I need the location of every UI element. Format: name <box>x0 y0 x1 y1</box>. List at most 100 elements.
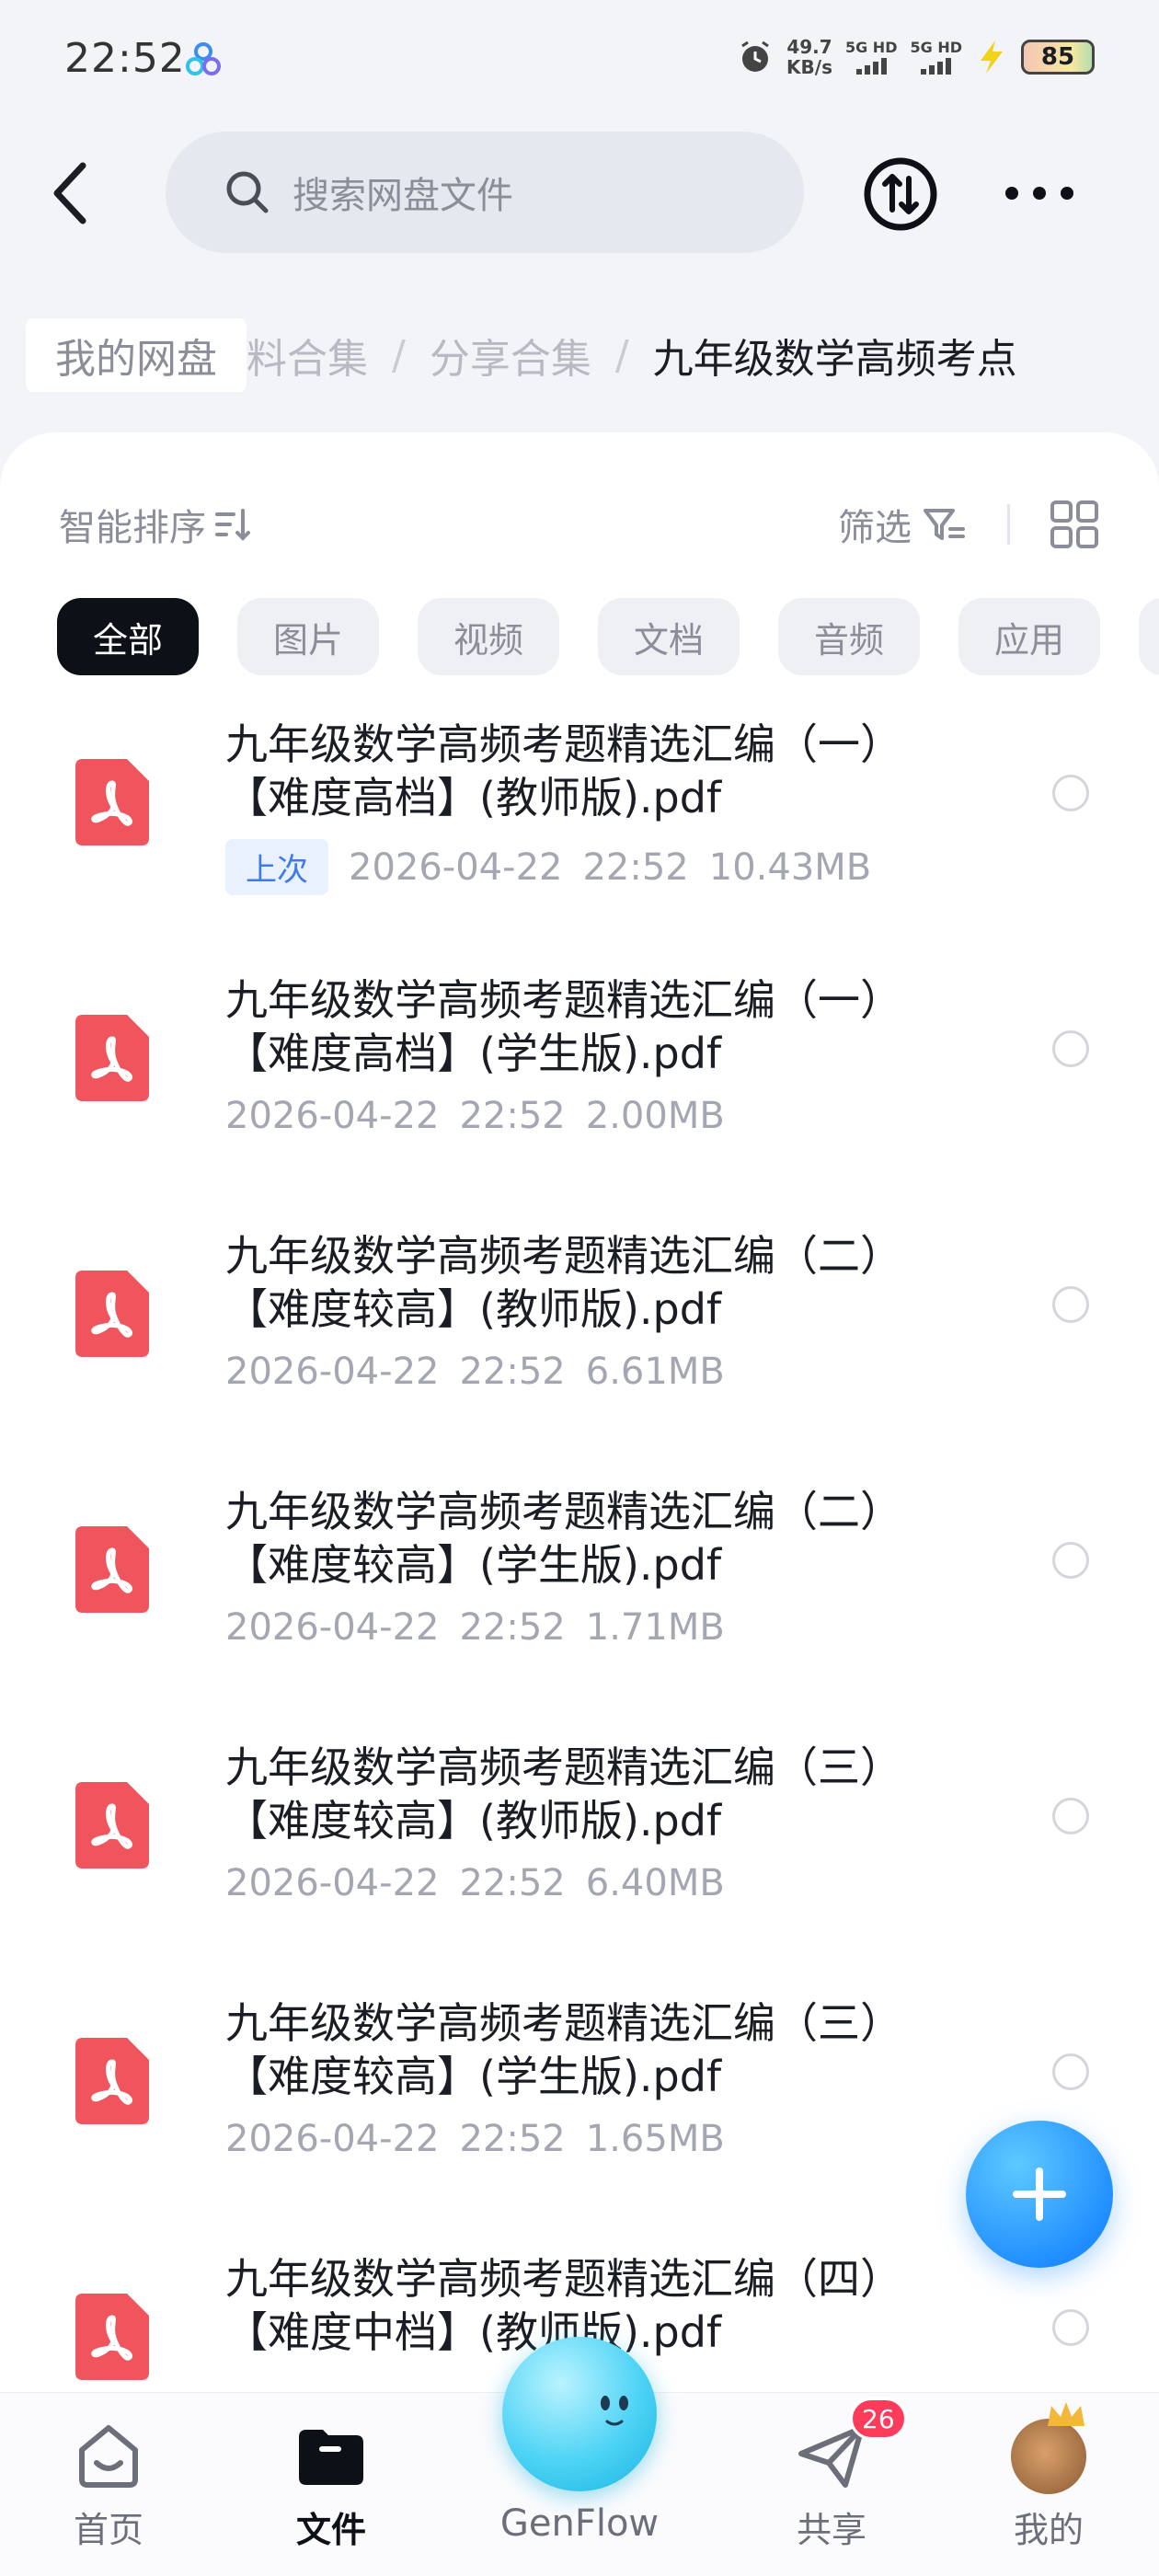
pdf-file-icon <box>75 2038 149 2124</box>
folder-icon <box>299 2430 363 2485</box>
pdf-file-icon <box>75 2294 149 2380</box>
pdf-file-icon <box>75 1271 149 1357</box>
file-time: 22:52 <box>459 1095 566 1137</box>
chip-videos[interactable]: 视频 <box>418 598 559 675</box>
status-time: 22:52 <box>64 35 186 82</box>
sort-button[interactable]: 智能排序 <box>59 498 206 551</box>
nav-mine[interactable]: 我的 <box>957 2393 1141 2576</box>
select-checkbox[interactable] <box>1052 1798 1089 1834</box>
search-placeholder: 搜索网盘文件 <box>293 175 513 217</box>
file-size: 1.65MB <box>585 2118 725 2160</box>
select-checkbox[interactable] <box>1052 775 1089 811</box>
breadcrumb-item-current: 九年级数学高频考点 <box>652 336 1017 383</box>
grid-view-icon[interactable] <box>1049 499 1100 550</box>
breadcrumb-item-root[interactable]: 我的网盘 <box>26 318 247 392</box>
file-name: 九年级数学高频考题精选汇编（二）【难度较高】(学生版).pdf <box>225 1487 902 1590</box>
chip-audio[interactable]: 音频 <box>778 598 920 675</box>
chip-more[interactable] <box>1139 598 1159 675</box>
signal-2: 5G HD <box>910 40 962 75</box>
search-icon <box>226 171 269 213</box>
battery-indicator: 85 <box>1021 40 1095 75</box>
file-row[interactable]: 九年级数学高频考题精选汇编（三）【难度较高】(教师版).pdf 2026-04-… <box>0 1741 1159 1996</box>
file-date: 2026-04-22 <box>349 845 563 889</box>
file-meta: 2026-04-22 22:52 2.00MB <box>225 1095 725 1137</box>
avatar <box>1011 2402 1086 2494</box>
file-meta: 2026-04-22 22:52 6.40MB <box>225 1862 725 1904</box>
list-toolbar: 智能排序 筛选 <box>59 488 1100 561</box>
add-button[interactable] <box>966 2121 1113 2268</box>
file-time: 22:52 <box>459 1351 566 1393</box>
more-options-button[interactable] <box>998 179 1081 207</box>
filter-icon[interactable] <box>921 501 967 547</box>
file-date: 2026-04-22 <box>225 1606 440 1649</box>
file-name: 九年级数学高频考题精选汇编（二）【难度较高】(教师版).pdf <box>225 1231 902 1334</box>
nav-files-label: 文件 <box>295 2510 366 2550</box>
nav-mine-label: 我的 <box>1013 2510 1084 2550</box>
crown-icon <box>1048 2402 1084 2426</box>
breadcrumb: 我的网盘 料合集 / 分享合集 / 九年级数学高频考点 <box>26 318 1159 392</box>
file-meta: 2026-04-22 22:52 6.61MB <box>225 1351 725 1393</box>
alarm-icon <box>741 40 769 72</box>
select-checkbox[interactable] <box>1052 1542 1089 1579</box>
signal-2-label: 5G HD <box>910 39 962 56</box>
home-icon <box>79 2425 138 2488</box>
file-row[interactable]: 九年级数学高频考题精选汇编（一）【难度高档】(教师版).pdf 上次 2026-… <box>0 718 1159 973</box>
file-date: 2026-04-22 <box>225 1095 440 1137</box>
file-size: 6.40MB <box>585 1862 725 1904</box>
file-date: 2026-04-22 <box>225 2118 440 2160</box>
pdf-file-icon <box>75 1782 149 1869</box>
chip-apps[interactable]: 应用 <box>958 598 1100 675</box>
signal-1-label: 5G HD <box>844 39 898 56</box>
nav-genflow-label: GenFlow <box>499 2502 660 2545</box>
file-time: 22:52 <box>459 1862 566 1904</box>
chip-images[interactable]: 图片 <box>237 598 379 675</box>
chip-all[interactable]: 全部 <box>57 598 199 675</box>
sort-icon[interactable] <box>212 503 254 546</box>
file-name: 九年级数学高频考题精选汇编（一）【难度高档】(教师版).pdf <box>225 719 902 822</box>
genflow-mascot-icon <box>601 2396 628 2426</box>
chip-documents[interactable]: 文档 <box>598 598 740 675</box>
breadcrumb-item-share[interactable]: 分享合集 <box>430 326 591 385</box>
share-count-badge: 26 <box>850 2398 907 2440</box>
file-meta: 上次 2026-04-22 22:52 10.43MB <box>225 839 871 895</box>
signal-2-bars-icon <box>910 56 962 75</box>
nav-files[interactable]: 文件 <box>239 2393 423 2576</box>
transfer-list-button[interactable] <box>863 156 938 232</box>
file-size: 10.43MB <box>708 845 872 889</box>
nav-home[interactable]: 首页 <box>17 2393 201 2576</box>
net-speed-value: 49.7 <box>786 36 832 58</box>
signal-1: 5G HD <box>844 39 898 75</box>
file-row[interactable]: 九年级数学高频考题精选汇编（一）【难度高档】(学生版).pdf 2026-04-… <box>0 973 1159 1229</box>
net-speed: 49.7 KB/s <box>786 37 832 77</box>
status-bar: 22:52 49.7 KB/s 5G HD 5G HD 85 <box>0 0 1159 120</box>
search-input[interactable]: 搜索网盘文件 <box>166 132 804 253</box>
genflow-button[interactable] <box>502 2337 657 2491</box>
charging-bolt-icon <box>981 40 1003 74</box>
select-checkbox[interactable] <box>1052 2309 1089 2346</box>
filter-button[interactable]: 筛选 <box>838 498 912 551</box>
filter-chips: 全部 图片 视频 文档 音频 应用 <box>57 598 1159 681</box>
file-time: 22:52 <box>459 2118 566 2160</box>
nav-share-label: 共享 <box>796 2510 866 2550</box>
breadcrumb-separator: / <box>614 331 629 379</box>
last-opened-badge: 上次 <box>225 839 328 895</box>
net-speed-unit: KB/s <box>786 56 832 78</box>
pdf-file-icon <box>75 759 149 845</box>
file-size: 1.71MB <box>585 1606 725 1649</box>
breadcrumb-separator: / <box>392 331 406 379</box>
file-name: 九年级数学高频考题精选汇编（一）【难度高档】(学生版).pdf <box>225 975 902 1078</box>
file-row[interactable]: 九年级数学高频考题精选汇编（二）【难度较高】(学生版).pdf 2026-04-… <box>0 1485 1159 1741</box>
nav-home-label: 首页 <box>73 2510 143 2550</box>
select-checkbox[interactable] <box>1052 1286 1089 1323</box>
toolbar-divider <box>1007 504 1010 545</box>
signal-1-bars-icon <box>845 56 898 75</box>
file-meta: 2026-04-22 22:52 1.71MB <box>225 1606 725 1649</box>
file-meta: 2026-04-22 22:52 1.65MB <box>225 2118 725 2160</box>
select-checkbox[interactable] <box>1052 1030 1089 1067</box>
file-row[interactable]: 九年级数学高频考题精选汇编（二）【难度较高】(教师版).pdf 2026-04-… <box>0 1229 1159 1485</box>
file-size: 6.61MB <box>585 1351 725 1393</box>
file-time: 22:52 <box>582 845 689 889</box>
select-checkbox[interactable] <box>1052 2053 1089 2090</box>
breadcrumb-item-partial[interactable]: 料合集 <box>247 326 368 385</box>
back-button[interactable] <box>46 156 101 230</box>
